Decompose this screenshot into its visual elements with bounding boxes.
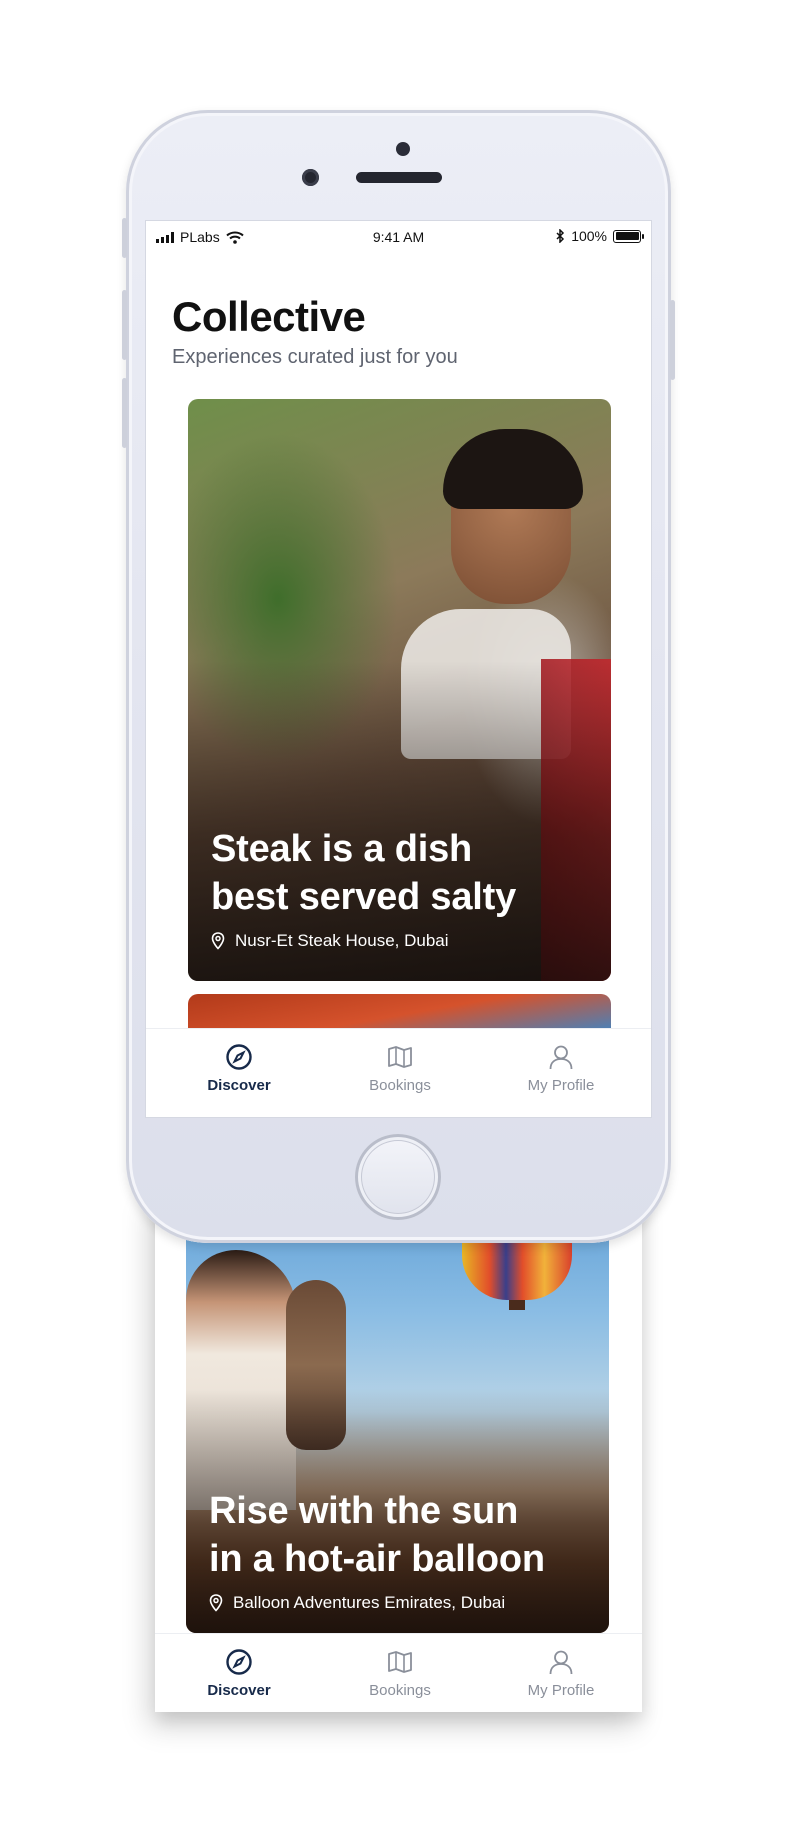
phone-device: PLabs 9:41 AM 100% Collective Experience… xyxy=(122,110,675,1243)
tab-bookings[interactable]: Bookings xyxy=(320,1648,480,1699)
tab-label: Discover xyxy=(207,1682,271,1699)
card-location: Nusr-Et Steak House, Dubai xyxy=(211,931,591,951)
proximity-sensor xyxy=(396,142,410,156)
tab-label: Discover xyxy=(207,1077,271,1094)
card-location: Balloon Adventures Emirates, Dubai xyxy=(209,1593,589,1613)
tab-label: My Profile xyxy=(527,1077,595,1094)
front-camera xyxy=(302,169,319,186)
card-title-line: in a hot-air balloon xyxy=(209,1538,545,1580)
card-text: Rise with the sun in a hot-air balloon B… xyxy=(209,1487,589,1613)
card-text: Steak is a dish best served salty Nusr-E… xyxy=(211,825,591,951)
tab-label: My Profile xyxy=(527,1682,595,1699)
card-title: Rise with the sun in a hot-air balloon xyxy=(209,1487,589,1583)
tab-my-profile[interactable]: My Profile xyxy=(481,1648,641,1699)
battery-icon xyxy=(613,229,644,243)
status-bar: PLabs 9:41 AM 100% xyxy=(146,221,651,251)
page-title: Collective xyxy=(172,293,366,340)
compass-icon xyxy=(226,1649,252,1675)
card-title-line: best served salty xyxy=(211,876,516,918)
chef-hair-image xyxy=(443,429,583,509)
card-title-line: Rise with the sun xyxy=(209,1490,519,1532)
card-title: Steak is a dish best served salty xyxy=(211,825,591,921)
user-icon xyxy=(549,1650,573,1675)
experience-card-steak[interactable]: Steak is a dish best served salty Nusr-E… xyxy=(188,399,611,981)
map-icon xyxy=(388,1046,412,1068)
volume-up-button xyxy=(122,290,127,360)
location-pin-icon xyxy=(209,1594,223,1612)
tab-label: Bookings xyxy=(369,1077,431,1094)
location-pin-icon xyxy=(211,932,225,950)
tab-discover[interactable]: Discover xyxy=(159,1043,319,1094)
earpiece-speaker xyxy=(356,172,442,183)
active-tab-indicator xyxy=(231,1117,247,1118)
tab-bookings[interactable]: Bookings xyxy=(320,1043,480,1094)
card-location-text: Nusr-Et Steak House, Dubai xyxy=(235,931,449,950)
tab-bar-extended: Discover Bookings My Profile xyxy=(155,1633,642,1712)
user-icon xyxy=(549,1045,573,1070)
compass-icon xyxy=(226,1044,252,1070)
page-subtitle: Experiences curated just for you xyxy=(172,346,458,368)
tab-bar: Discover Bookings My Profile xyxy=(146,1028,651,1117)
tab-discover[interactable]: Discover xyxy=(159,1648,319,1699)
balloon-basket-image xyxy=(509,1300,525,1310)
phone-screen: PLabs 9:41 AM 100% Collective Experience… xyxy=(145,220,652,1118)
status-right: 100% xyxy=(556,228,644,244)
power-button xyxy=(670,300,675,380)
tab-label: Bookings xyxy=(369,1682,431,1699)
volume-down-button xyxy=(122,378,127,448)
battery-percentage: 100% xyxy=(571,228,607,244)
home-button[interactable] xyxy=(355,1134,441,1220)
card-title-line: Steak is a dish xyxy=(211,828,473,870)
map-icon xyxy=(388,1651,412,1673)
card-location-text: Balloon Adventures Emirates, Dubai xyxy=(233,1593,506,1612)
mute-switch xyxy=(122,218,127,258)
experience-card-balloon[interactable]: Rise with the sun in a hot-air balloon B… xyxy=(186,1190,609,1633)
extended-scroll-panel: Rise with the sun in a hot-air balloon B… xyxy=(155,1190,642,1712)
bluetooth-icon xyxy=(556,229,565,243)
tab-my-profile[interactable]: My Profile xyxy=(481,1043,641,1094)
